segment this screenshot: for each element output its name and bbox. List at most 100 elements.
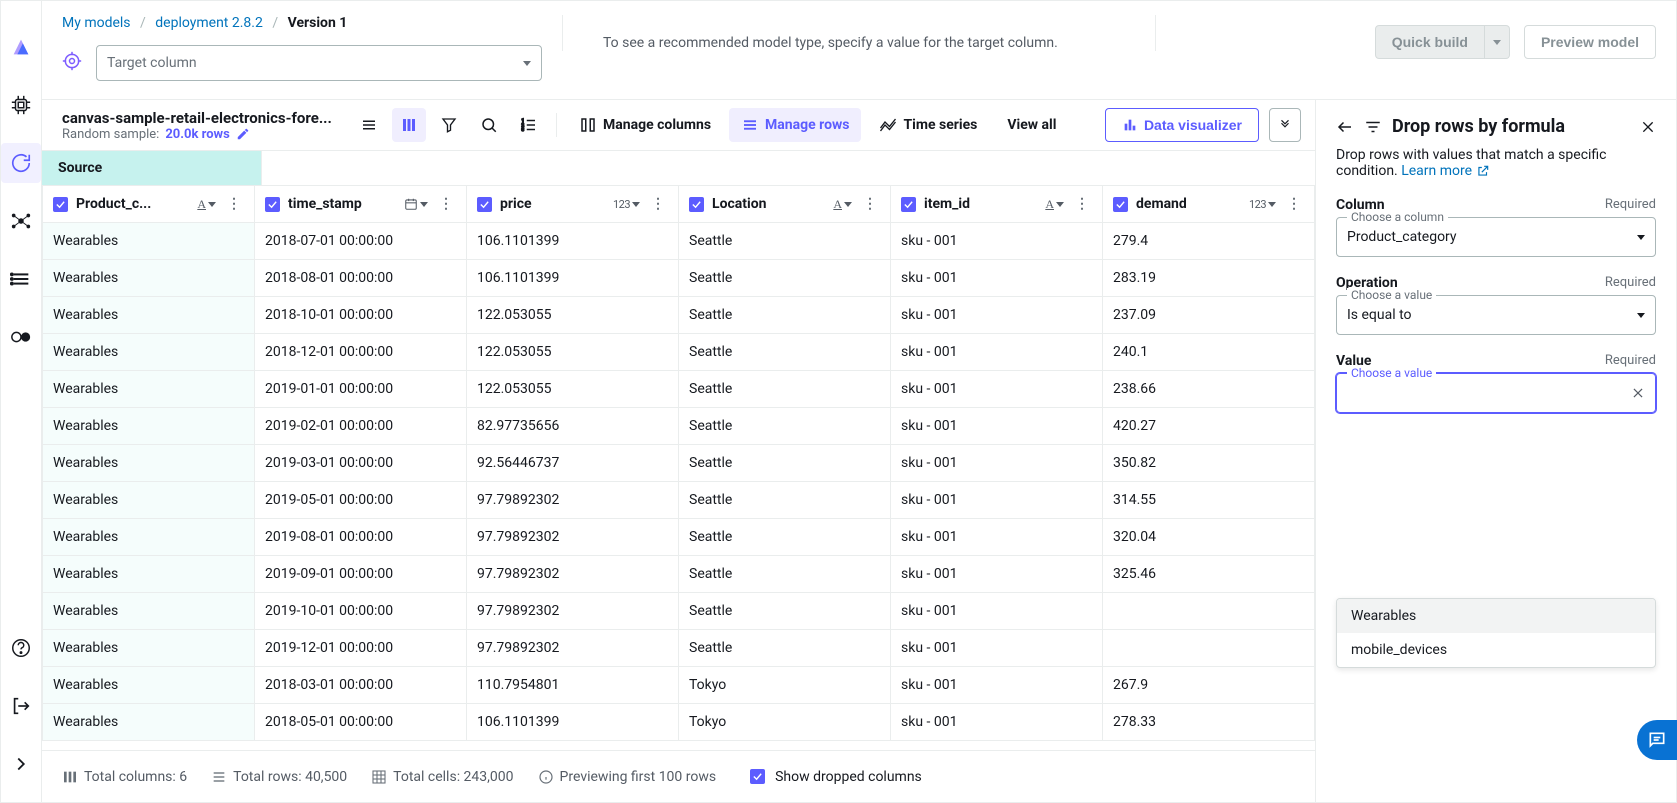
filter-icon[interactable] bbox=[432, 108, 466, 142]
show-dropped-checkbox[interactable]: Show dropped columns bbox=[750, 769, 922, 785]
quick-build-group: Quick build bbox=[1375, 25, 1510, 59]
table-cell: Wearables bbox=[43, 334, 255, 371]
table-cell: 2019-10-01 00:00:00 bbox=[255, 593, 467, 630]
clear-icon[interactable] bbox=[1631, 386, 1645, 400]
table-cell: sku - 001 bbox=[891, 445, 1103, 482]
column-type-icon[interactable]: 123 bbox=[613, 198, 640, 211]
column-header[interactable]: time_stamp ⋮ bbox=[255, 186, 467, 223]
table-cell: Seattle bbox=[679, 482, 891, 519]
column-name: demand bbox=[1136, 196, 1241, 212]
column-name: Location bbox=[712, 196, 825, 212]
value-select[interactable]: Choose a value bbox=[1336, 373, 1656, 413]
column-header[interactable]: price123 ⋮ bbox=[467, 186, 679, 223]
quick-build-dropdown[interactable] bbox=[1485, 25, 1510, 59]
table-cell: 2019-08-01 00:00:00 bbox=[255, 519, 467, 556]
table-cell: sku - 001 bbox=[891, 482, 1103, 519]
data-visualizer-button[interactable]: Data visualizer bbox=[1105, 108, 1259, 142]
view-all-button[interactable]: View all bbox=[995, 108, 1068, 142]
logout-icon[interactable] bbox=[1, 686, 41, 726]
table-cell: sku - 001 bbox=[891, 408, 1103, 445]
help-icon[interactable] bbox=[1, 628, 41, 668]
manage-columns-button[interactable]: Manage columns bbox=[567, 108, 723, 142]
expand-icon[interactable] bbox=[1, 744, 41, 784]
column-select[interactable]: Choose a column Product_category bbox=[1336, 217, 1656, 257]
logo-icon[interactable] bbox=[1, 27, 41, 67]
chevron-down-icon bbox=[523, 61, 531, 66]
target-placeholder: Target column bbox=[107, 55, 197, 71]
table-cell: sku - 001 bbox=[891, 519, 1103, 556]
learn-more-link[interactable]: Learn more bbox=[1401, 163, 1489, 179]
source-header: Source bbox=[42, 151, 262, 185]
column-type-icon[interactable]: A bbox=[197, 197, 216, 212]
back-icon[interactable] bbox=[1336, 118, 1354, 136]
total-columns: Total columns: 6 bbox=[62, 769, 187, 785]
left-sidebar bbox=[1, 1, 42, 802]
column-header[interactable]: demand 123 ⋮ bbox=[1103, 186, 1315, 223]
table-cell: 238.66 bbox=[1103, 371, 1315, 408]
column-type-icon[interactable]: A bbox=[833, 197, 852, 212]
edit-icon[interactable] bbox=[236, 127, 250, 141]
refresh-icon[interactable] bbox=[1, 143, 41, 183]
column-menu-icon[interactable]: ⋮ bbox=[224, 196, 244, 212]
time-series-button[interactable]: Time series bbox=[867, 108, 989, 142]
breadcrumb-mid[interactable]: deployment 2.8.2 bbox=[155, 15, 263, 31]
column-checkbox[interactable] bbox=[1113, 197, 1128, 212]
table-row: Wearables2018-08-01 00:00:00106.1101399S… bbox=[43, 260, 1315, 297]
table-cell: 325.46 bbox=[1103, 556, 1315, 593]
panel-description: Drop rows with values that match a speci… bbox=[1336, 147, 1656, 179]
column-checkbox[interactable] bbox=[477, 197, 492, 212]
breadcrumb-root[interactable]: My models bbox=[62, 15, 131, 31]
table-cell: Seattle bbox=[679, 519, 891, 556]
table-cell: Wearables bbox=[43, 556, 255, 593]
preview-model-button[interactable]: Preview model bbox=[1524, 25, 1656, 59]
dropdown-option[interactable]: Wearables bbox=[1337, 599, 1655, 633]
column-header[interactable]: Product_c...A ⋮ bbox=[43, 186, 255, 223]
column-menu-icon[interactable]: ⋮ bbox=[648, 196, 668, 212]
column-menu-icon[interactable]: ⋮ bbox=[436, 196, 456, 212]
quick-build-button[interactable]: Quick build bbox=[1375, 25, 1485, 59]
table-cell: Wearables bbox=[43, 630, 255, 667]
column-checkbox[interactable] bbox=[901, 197, 916, 212]
svg-text:3: 3 bbox=[522, 127, 525, 133]
table-row: Wearables2018-12-01 00:00:00122.053055Se… bbox=[43, 334, 1315, 371]
column-checkbox[interactable] bbox=[53, 197, 68, 212]
column-type-icon[interactable]: A bbox=[1045, 197, 1064, 212]
sample-label: Random sample: bbox=[62, 127, 159, 142]
toggle-icon[interactable] bbox=[1, 317, 41, 357]
chip-icon[interactable] bbox=[1, 85, 41, 125]
chat-fab[interactable] bbox=[1637, 720, 1677, 760]
close-icon[interactable] bbox=[1640, 119, 1656, 135]
table-cell: sku - 001 bbox=[891, 593, 1103, 630]
table-cell: 92.56446737 bbox=[467, 445, 679, 482]
column-checkbox[interactable] bbox=[689, 197, 704, 212]
column-type-icon[interactable]: 123 bbox=[1249, 198, 1276, 211]
expand-panel-button[interactable] bbox=[1269, 108, 1301, 142]
table-cell: 420.27 bbox=[1103, 408, 1315, 445]
table-cell: 350.82 bbox=[1103, 445, 1315, 482]
column-header[interactable]: Location A ⋮ bbox=[679, 186, 891, 223]
table-cell: sku - 001 bbox=[891, 334, 1103, 371]
operation-select[interactable]: Choose a value Is equal to bbox=[1336, 295, 1656, 335]
column-header[interactable]: item_idA ⋮ bbox=[891, 186, 1103, 223]
table-cell bbox=[1103, 593, 1315, 630]
rows-link[interactable]: 20.0k rows bbox=[165, 127, 229, 142]
manage-rows-button[interactable]: Manage rows bbox=[729, 108, 861, 142]
column-menu-icon[interactable]: ⋮ bbox=[1284, 196, 1304, 212]
search-icon[interactable] bbox=[472, 108, 506, 142]
table-cell: 320.04 bbox=[1103, 519, 1315, 556]
list-icon[interactable] bbox=[1, 259, 41, 299]
dropdown-option[interactable]: mobile_devices bbox=[1337, 633, 1655, 667]
table-cell: 122.053055 bbox=[467, 334, 679, 371]
table-row: Wearables2019-01-01 00:00:00122.053055Se… bbox=[43, 371, 1315, 408]
column-type-icon[interactable] bbox=[404, 197, 428, 211]
column-menu-icon[interactable]: ⋮ bbox=[1072, 196, 1092, 212]
total-cells: Total cells: 243,000 bbox=[371, 769, 513, 785]
table-row: Wearables2018-07-01 00:00:00106.1101399S… bbox=[43, 223, 1315, 260]
column-menu-icon[interactable]: ⋮ bbox=[860, 196, 880, 212]
view-list-icon[interactable] bbox=[352, 108, 386, 142]
column-checkbox[interactable] bbox=[265, 197, 280, 212]
target-column-select[interactable]: Target column bbox=[96, 45, 542, 81]
graph-icon[interactable] bbox=[1, 201, 41, 241]
numbered-list-icon[interactable]: 123 bbox=[512, 108, 546, 142]
view-grid-icon[interactable] bbox=[392, 108, 426, 142]
